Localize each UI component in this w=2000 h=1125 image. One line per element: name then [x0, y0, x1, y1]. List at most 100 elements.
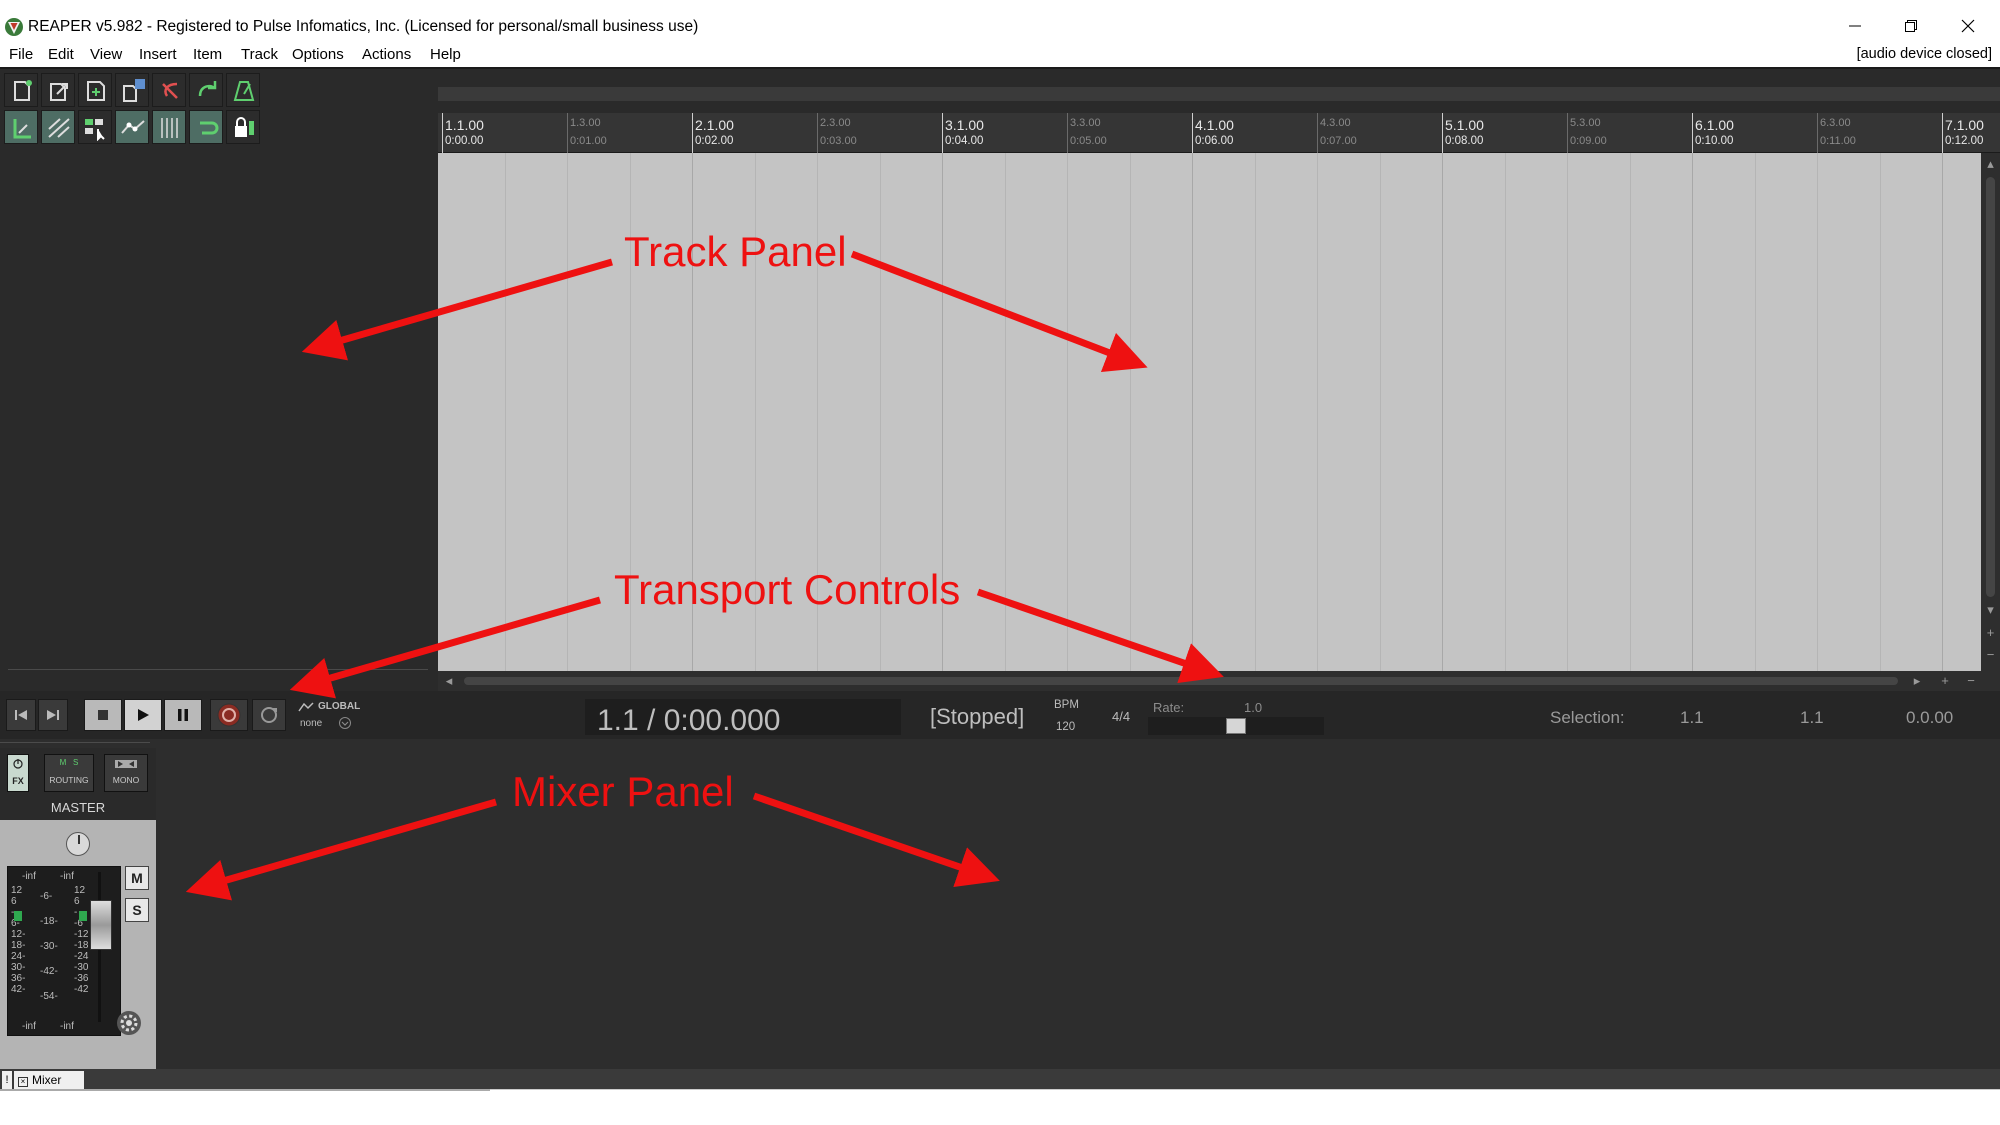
scroll-left-icon[interactable]: ◂ [442, 674, 456, 688]
horizontal-scroll-thumb[interactable] [464, 677, 1898, 685]
record-button[interactable] [210, 699, 248, 731]
play-button[interactable] [124, 699, 162, 731]
bpm-value[interactable]: 120 [1056, 721, 1075, 733]
selection-end[interactable]: 1.1 [1800, 708, 1824, 728]
snap-grid-button[interactable] [152, 110, 186, 144]
dock-tab-bar [0, 1069, 2000, 1089]
selection-length[interactable]: 0.0.00 [1906, 708, 1953, 728]
horizontal-scrollbar[interactable]: ◂ ▸ + − [438, 671, 2000, 691]
ruler-minor-tick [1317, 113, 1318, 153]
ruler-bar-label: 3.1.00 [945, 117, 984, 133]
ruler-minor-tick [567, 113, 568, 153]
zoom-out-vertical-icon[interactable]: − [1984, 648, 1997, 661]
grid-line [1379, 153, 1381, 671]
time-display[interactable]: 1.1 / 0:00.000 [585, 699, 901, 737]
ripple-edit-button[interactable] [41, 110, 75, 144]
redo-button[interactable] [189, 73, 223, 107]
redo-icon [198, 81, 217, 97]
scroll-up-icon[interactable]: ▴ [1984, 157, 1997, 170]
scroll-down-icon[interactable]: ▾ [1984, 603, 1997, 616]
global-automation-value[interactable]: none [300, 718, 322, 729]
mixer-tab-label: Mixer [32, 1073, 62, 1087]
menu-view[interactable]: View [90, 46, 122, 63]
playrate-slider-knob[interactable] [1226, 718, 1246, 734]
master-volume-fader[interactable] [90, 900, 112, 950]
record-icon [217, 703, 241, 727]
dropdown-icon[interactable] [338, 716, 352, 730]
automation-mode-icon [298, 702, 314, 712]
meter-scale-left: 12 6 - 6- 12- 18- 24- 30- 36- 42- [11, 885, 26, 995]
stop-button[interactable] [84, 699, 122, 731]
scroll-right-icon[interactable]: ▸ [1910, 674, 1924, 688]
lock-button[interactable] [226, 110, 260, 144]
menu-item[interactable]: Item [193, 46, 222, 63]
gear-icon[interactable] [116, 1010, 142, 1036]
grid-toggle-button[interactable] [4, 110, 38, 144]
menu-track[interactable]: Track [241, 46, 278, 63]
mixer-dock-tab[interactable]: × Mixer [14, 1071, 84, 1089]
go-to-start-button[interactable] [6, 699, 36, 731]
selection-start[interactable]: 1.1 [1680, 708, 1704, 728]
pause-button[interactable] [164, 699, 202, 731]
vertical-scrollbar[interactable]: ▴ ▾ + − [1981, 153, 2000, 671]
tcp-divider [8, 669, 428, 670]
menu-actions[interactable]: Actions [362, 46, 411, 63]
loop-toggle-button[interactable] [189, 110, 223, 144]
master-mono-button[interactable]: MONO [104, 754, 148, 792]
save-project-button[interactable] [78, 73, 112, 107]
item-grouping-button[interactable] [78, 110, 112, 144]
ruler-bar-label: 5.1.00 [1445, 117, 1484, 133]
routing-ms-indicator: M S [59, 758, 79, 767]
ruler-minor-tick [1067, 113, 1068, 153]
undo-button[interactable] [152, 73, 186, 107]
timeline-ruler[interactable]: 1.1.00 0:00.00 2.1.00 0:02.00 3.1.00 0:04.00 4… [438, 113, 2000, 153]
grid-line [567, 153, 568, 671]
ruler-major-tick [1442, 113, 1443, 153]
vertical-scroll-thumb[interactable] [1986, 177, 1995, 597]
save-project-icon [87, 81, 105, 101]
go-to-end-button[interactable] [38, 699, 68, 731]
restore-button[interactable] [1891, 12, 1931, 40]
rate-value: 1.0 [1244, 700, 1263, 715]
play-state: [Stopped] [930, 704, 1025, 729]
region-marker-lane[interactable] [438, 87, 2000, 101]
ruler-beat-label: 4.3.00 [1320, 117, 1351, 129]
menu-help[interactable]: Help [430, 46, 461, 63]
global-automation-label[interactable]: GLOBAL [318, 701, 360, 712]
master-solo-button[interactable]: S [125, 898, 149, 922]
ripple-edit-icon [48, 118, 70, 138]
ruler-beat-time: 0:09.00 [1570, 135, 1607, 147]
menu-edit[interactable]: Edit [48, 46, 74, 63]
repeat-button[interactable] [252, 699, 286, 731]
bpm-label: BPM [1054, 699, 1079, 711]
time-signature[interactable]: 4/4 [1112, 709, 1130, 724]
project-settings-button[interactable] [115, 73, 149, 107]
metronome-button[interactable] [226, 73, 260, 107]
meter-level-right [79, 911, 87, 921]
grid-line [1817, 153, 1818, 671]
open-project-button[interactable] [41, 73, 75, 107]
audio-device-status[interactable]: [audio device closed] [1857, 46, 1992, 62]
envelope-points-button[interactable] [115, 110, 149, 144]
skip-start-icon [15, 710, 27, 720]
master-mute-button[interactable]: M [125, 866, 149, 890]
close-button[interactable] [1948, 12, 1988, 40]
zoom-in-vertical-icon[interactable]: + [1984, 626, 1997, 639]
zoom-out-horizontal-icon[interactable]: − [1964, 674, 1978, 688]
playrate-slider[interactable] [1148, 717, 1324, 735]
mono-label: MONO [112, 775, 140, 785]
menu-file[interactable]: File [9, 46, 33, 63]
menu-insert[interactable]: Insert [139, 46, 177, 63]
mixer-panel[interactable] [0, 739, 2000, 1069]
zoom-in-horizontal-icon[interactable]: + [1938, 674, 1952, 688]
new-project-button[interactable] [4, 73, 38, 107]
ruler-bar-label: 7.1.00 [1945, 117, 1984, 133]
master-routing-button[interactable]: M S ROUTING [44, 754, 94, 792]
reaper-logo-icon [5, 18, 23, 36]
master-pan-knob[interactable] [66, 832, 90, 856]
minimize-button[interactable] [1835, 12, 1875, 40]
track-control-panel[interactable] [0, 150, 438, 690]
close-tab-icon[interactable]: × [18, 1077, 28, 1087]
menu-options[interactable]: Options [292, 46, 344, 63]
master-fx-button[interactable]: FX [7, 754, 29, 792]
